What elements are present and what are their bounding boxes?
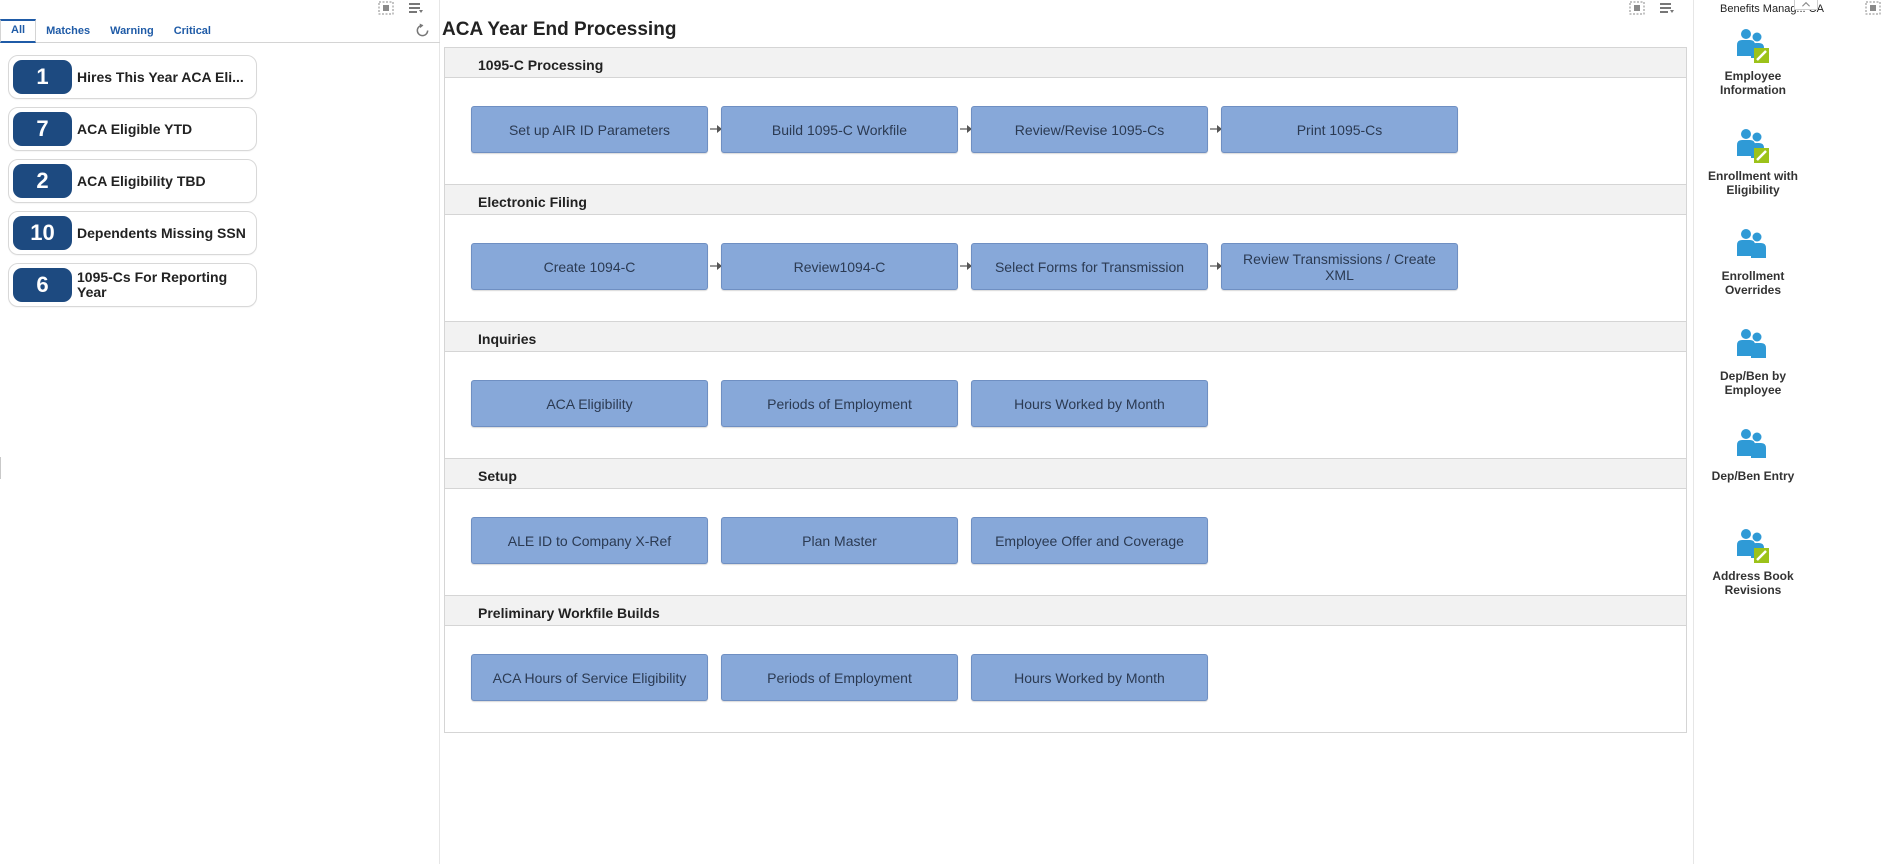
watchlist-count: 10 (13, 216, 72, 250)
task-button[interactable]: ACA Hours of Service Eligibility (471, 654, 708, 701)
watchlist-count: 2 (13, 164, 72, 198)
task-button[interactable]: Set up AIR ID Parameters (471, 106, 708, 153)
app-label: Dep/Ben Entry (1711, 469, 1795, 483)
watchlist-label: ACA Eligibility TBD (77, 173, 206, 189)
section-body: ACA Eligibility Periods of Employment Ho… (445, 352, 1686, 458)
tab-critical[interactable]: Critical (164, 18, 221, 42)
watchlist-item[interactable]: 7 ACA Eligible YTD (8, 107, 257, 151)
app-address-book-revisions[interactable]: Address Book Revisions (1698, 526, 1808, 597)
tab-matches[interactable]: Matches (36, 18, 100, 42)
pane-resize-handle[interactable] (0, 457, 2, 479)
springboard-pane: Benefits Manag... CA Employee Informatio… (1693, 0, 1889, 864)
app-dep-ben-entry[interactable]: Dep/Ben Entry (1698, 426, 1808, 483)
section-title: 1095-C Processing (445, 48, 1686, 78)
section-body: Create 1094-C Review1094-C Select Forms … (445, 215, 1686, 321)
app-label: Address Book Revisions (1712, 569, 1794, 597)
watchlist-count: 1 (13, 60, 72, 94)
watchlist-label: Hires This Year ACA Eli... (77, 69, 244, 85)
watchlist-label: Dependents Missing SSN (77, 225, 246, 241)
people-icon (1737, 229, 1766, 258)
watchlist-item[interactable]: 6 1095-Cs For Reporting Year (8, 263, 257, 307)
tab-warning[interactable]: Warning (100, 18, 164, 42)
app-label: Enrollment Overrides (1721, 269, 1785, 297)
section-body: ALE ID to Company X-Ref Plan Master Empl… (445, 489, 1686, 595)
app-enrollment-overrides[interactable]: Enrollment Overrides (1698, 226, 1808, 297)
task-button[interactable]: Hours Worked by Month (971, 380, 1208, 427)
task-button[interactable]: Select Forms for Transmission (971, 243, 1208, 290)
people-edit-icon (1737, 529, 1769, 563)
watchlist-item[interactable]: 2 ACA Eligibility TBD (8, 159, 257, 203)
watchlist-item[interactable]: 10 Dependents Missing SSN (8, 211, 257, 255)
section-title: Electronic Filing (445, 185, 1686, 215)
people-edit-icon (1737, 29, 1769, 63)
app-dep-ben-by-employee[interactable]: Dep/Ben by Employee (1698, 326, 1808, 397)
task-button[interactable]: Print 1095-Cs (1221, 106, 1458, 153)
task-button[interactable]: Build 1095-C Workfile (721, 106, 958, 153)
maximize-icon[interactable] (1629, 1, 1645, 15)
app-enrollment-with-eligibility[interactable]: Enrollment with Eligibility (1698, 126, 1808, 197)
page-title: ACA Year End Processing (442, 19, 677, 40)
task-button[interactable]: ALE ID to Company X-Ref (471, 517, 708, 564)
menu-icon[interactable] (1659, 1, 1675, 15)
watchlist-label: 1095-Cs For Reporting Year (77, 270, 228, 300)
watchlist-count: 7 (13, 112, 72, 146)
section-1095c-processing: 1095-C Processing Set up AIR ID Paramete… (444, 47, 1687, 185)
watchlist-pane: All Matches Warning Critical 1 Hires Thi… (0, 0, 440, 864)
task-button[interactable]: ACA Eligibility (471, 380, 708, 427)
section-setup: Setup ALE ID to Company X-Ref Plan Maste… (444, 458, 1687, 596)
refresh-icon[interactable] (415, 23, 430, 38)
maximize-icon[interactable] (378, 1, 394, 15)
left-pane-tools (378, 1, 424, 15)
section-title: Preliminary Workfile Builds (445, 596, 1686, 626)
collapse-icon[interactable] (1794, 0, 1818, 10)
task-button[interactable]: Review1094-C (721, 243, 958, 290)
app-employee-information[interactable]: Employee Information (1698, 26, 1808, 97)
task-button[interactable]: Employee Offer and Coverage (971, 517, 1208, 564)
filter-tabs: All Matches Warning Critical (0, 19, 440, 43)
people-icon (1737, 429, 1766, 458)
task-button[interactable]: Periods of Employment (721, 654, 958, 701)
maximize-icon[interactable] (1865, 1, 1881, 15)
center-pane-tools (1629, 1, 1675, 15)
section-body: Set up AIR ID Parameters Build 1095-C Wo… (445, 78, 1686, 184)
watchlist-label: ACA Eligible YTD (77, 121, 193, 137)
watchlist: 1 Hires This Year ACA Eli... 7 ACA Eligi… (8, 55, 258, 315)
section-inquiries: Inquiries ACA Eligibility Periods of Emp… (444, 321, 1687, 459)
people-icon (1737, 329, 1766, 358)
process-flow-pane: ACA Year End Processing 1095-C Processin… (441, 0, 1693, 864)
task-button[interactable]: Create 1094-C (471, 243, 708, 290)
watchlist-count: 6 (13, 268, 72, 302)
people-edit-icon (1737, 129, 1769, 163)
watchlist-item[interactable]: 1 Hires This Year ACA Eli... (8, 55, 257, 99)
app-label: Employee Information (1720, 69, 1786, 97)
task-button[interactable]: Review/Revise 1095-Cs (971, 106, 1208, 153)
section-title: Setup (445, 459, 1686, 489)
section-body: ACA Hours of Service Eligibility Periods… (445, 626, 1686, 732)
task-button[interactable]: Plan Master (721, 517, 958, 564)
task-button[interactable]: Review Transmissions / Create XML (1221, 243, 1458, 290)
app-label: Dep/Ben by Employee (1719, 369, 1786, 397)
section-title: Inquiries (445, 322, 1686, 352)
menu-icon[interactable] (408, 1, 424, 15)
task-button[interactable]: Hours Worked by Month (971, 654, 1208, 701)
task-button[interactable]: Periods of Employment (721, 380, 958, 427)
tab-all[interactable]: All (0, 19, 37, 43)
section-preliminary-workfile-builds: Preliminary Workfile Builds ACA Hours of… (444, 595, 1687, 733)
section-electronic-filing: Electronic Filing Create 1094-C Review10… (444, 184, 1687, 322)
app-label: Enrollment with Eligibility (1708, 169, 1798, 197)
